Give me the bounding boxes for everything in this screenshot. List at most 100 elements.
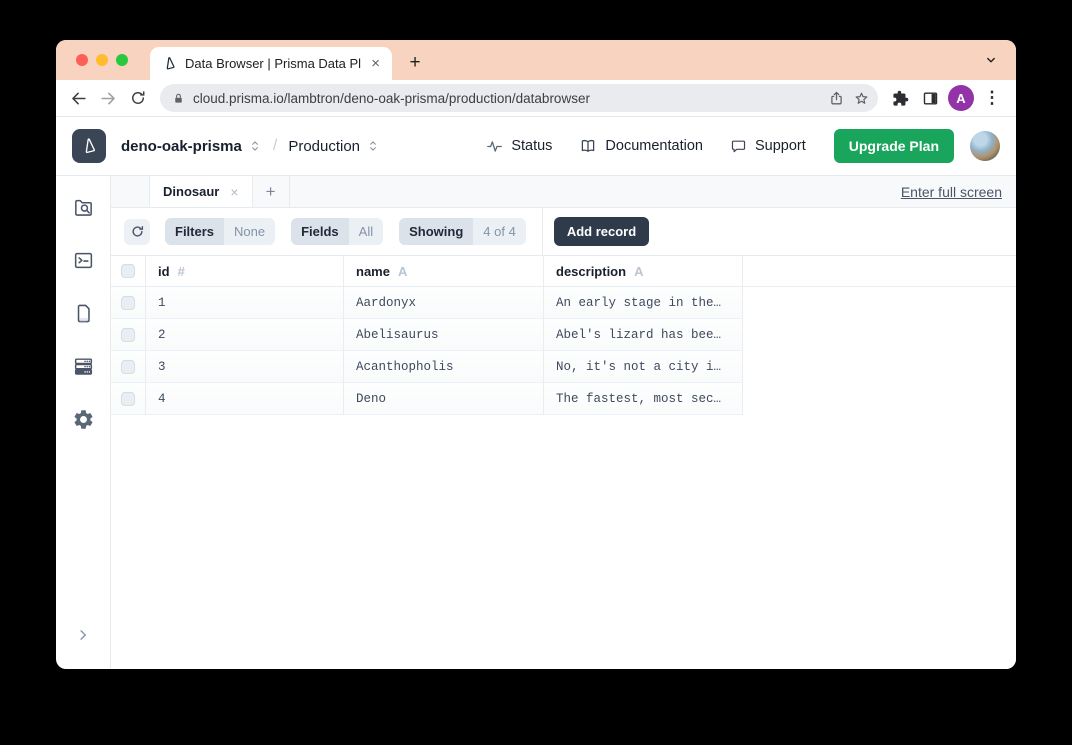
tab-dinosaur-label: Dinosaur	[163, 184, 220, 199]
breadcrumb-separator: /	[272, 137, 278, 154]
string-type-icon: A	[397, 263, 408, 279]
sidebar-item-databases[interactable]	[71, 354, 95, 378]
upgrade-plan-button[interactable]: Upgrade Plan	[833, 129, 954, 163]
data-grid: id # name A description A 1 Aardonyx An …	[111, 256, 1016, 669]
chrome-profile-avatar[interactable]: A	[948, 85, 974, 111]
toolbar-divider	[541, 208, 543, 255]
table-row: 3 Acanthopholis No, it's not a city i…	[111, 351, 743, 383]
sidebar-expand-chevron-icon[interactable]	[71, 623, 95, 647]
environment-selector[interactable]: Production	[288, 138, 360, 155]
select-all-cell	[111, 256, 146, 286]
fields-value: All	[348, 218, 384, 245]
bookmark-star-icon[interactable]	[853, 90, 870, 107]
cell-description[interactable]: The fastest, most sec…	[544, 383, 743, 414]
browser-tab[interactable]: Data Browser | Prisma Data Pla ×	[150, 47, 392, 80]
extensions-puzzle-icon[interactable]	[886, 84, 914, 112]
app-body: Dinosaur × + Enter full screen Filters N…	[56, 176, 1016, 669]
share-icon[interactable]	[828, 90, 845, 107]
header-right: Status Documentation Support Upgrade Pla…	[459, 129, 1000, 163]
tab-dinosaur-close-icon[interactable]: ×	[230, 185, 238, 199]
table-row: 1 Aardonyx An early stage in the…	[111, 287, 743, 319]
cell-name[interactable]: Acanthopholis	[344, 351, 544, 382]
environment-selector-chevrons-icon[interactable]	[366, 139, 380, 153]
new-tab-button[interactable]: +	[403, 51, 427, 75]
lock-icon	[172, 92, 185, 105]
browser-tab-title: Data Browser | Prisma Data Pla	[185, 56, 362, 71]
app-header: deno-oak-prisma / Production Status Docu…	[56, 117, 1016, 176]
row-checkbox[interactable]	[121, 327, 135, 342]
showing-label: Showing	[399, 218, 474, 245]
fields-control[interactable]: Fields All	[291, 218, 384, 245]
tab-dinosaur[interactable]: Dinosaur ×	[149, 176, 253, 207]
prisma-favicon-icon	[162, 56, 177, 71]
filters-label: Filters	[165, 218, 225, 245]
add-tab-button[interactable]: +	[253, 176, 290, 207]
cell-name[interactable]: Aardonyx	[344, 287, 544, 318]
nav-support-link[interactable]: Support	[730, 138, 806, 155]
status-pulse-icon	[486, 138, 503, 155]
nav-documentation-link[interactable]: Documentation	[579, 137, 703, 155]
sidebar	[56, 176, 111, 669]
column-header-name[interactable]: name A	[344, 256, 544, 286]
back-icon[interactable]	[64, 84, 92, 112]
showing-value: 4 of 4	[473, 218, 526, 245]
minimize-window-button[interactable]	[96, 54, 108, 66]
sidebar-item-schema-file[interactable]	[71, 301, 95, 325]
traffic-lights	[76, 54, 128, 66]
row-checkbox[interactable]	[121, 391, 135, 406]
reload-icon[interactable]	[124, 84, 152, 112]
nav-status-label: Status	[511, 138, 553, 154]
cell-id[interactable]: 2	[146, 319, 344, 350]
sidebar-item-settings[interactable]	[71, 407, 95, 431]
int-type-icon: #	[177, 263, 185, 279]
prisma-logo[interactable]	[72, 129, 106, 163]
browser-window: Data Browser | Prisma Data Pla × + cloud…	[56, 40, 1016, 669]
book-icon	[579, 137, 597, 155]
refresh-button[interactable]	[124, 218, 150, 245]
project-selector[interactable]: deno-oak-prisma	[121, 138, 242, 155]
cell-description[interactable]: No, it's not a city i…	[544, 351, 743, 382]
chrome-menu-kebab-icon[interactable]: ⋮	[978, 84, 1006, 112]
cell-name[interactable]: Abelisaurus	[344, 319, 544, 350]
fields-label: Fields	[291, 218, 349, 245]
grid-toolbar: Filters None Fields All Showing 4 of 4 A…	[111, 208, 1016, 256]
table-row: 2 Abelisaurus Abel's lizard has bee…	[111, 319, 743, 351]
showing-control[interactable]: Showing 4 of 4	[399, 218, 526, 245]
filters-value: None	[224, 218, 276, 245]
forward-icon[interactable]	[94, 84, 122, 112]
column-header-description[interactable]: description A	[544, 256, 743, 286]
enter-fullscreen-link[interactable]: Enter full screen	[901, 184, 1002, 200]
chrome-toolbar: cloud.prisma.io/lambtron/deno-oak-prisma…	[56, 80, 1016, 117]
project-selector-chevrons-icon[interactable]	[248, 139, 262, 153]
nav-documentation-label: Documentation	[605, 138, 703, 154]
select-all-checkbox[interactable]	[121, 264, 135, 278]
user-avatar[interactable]	[970, 131, 1000, 161]
add-record-button[interactable]: Add record	[553, 217, 650, 246]
filters-control[interactable]: Filters None	[165, 218, 276, 245]
column-header-id[interactable]: id #	[146, 256, 344, 286]
tab-search-chevron-icon[interactable]	[984, 53, 998, 67]
cell-description[interactable]: An early stage in the…	[544, 287, 743, 318]
row-checkbox[interactable]	[121, 359, 135, 374]
string-type-icon: A	[634, 263, 644, 279]
zoom-window-button[interactable]	[116, 54, 128, 66]
cell-id[interactable]: 4	[146, 383, 344, 414]
chat-bubble-icon	[730, 138, 747, 155]
browser-titlebar: Data Browser | Prisma Data Pla × +	[56, 40, 1016, 80]
grid-header-row: id # name A description A	[111, 256, 1016, 287]
cell-id[interactable]: 1	[146, 287, 344, 318]
close-window-button[interactable]	[76, 54, 88, 66]
tab-close-icon[interactable]: ×	[369, 56, 382, 71]
url-text: cloud.prisma.io/lambtron/deno-oak-prisma…	[193, 90, 590, 106]
model-tab-strip: Dinosaur × + Enter full screen	[111, 176, 1016, 208]
side-panel-icon[interactable]	[916, 84, 944, 112]
row-checkbox[interactable]	[121, 295, 135, 310]
sidebar-item-query-console[interactable]	[71, 248, 95, 272]
table-row: 4 Deno The fastest, most sec…	[111, 383, 743, 415]
cell-id[interactable]: 3	[146, 351, 344, 382]
address-bar[interactable]: cloud.prisma.io/lambtron/deno-oak-prisma…	[160, 84, 878, 112]
cell-description[interactable]: Abel's lizard has bee…	[544, 319, 743, 350]
nav-status-link[interactable]: Status	[486, 138, 552, 155]
cell-name[interactable]: Deno	[344, 383, 544, 414]
sidebar-item-data-browser[interactable]	[71, 195, 95, 219]
